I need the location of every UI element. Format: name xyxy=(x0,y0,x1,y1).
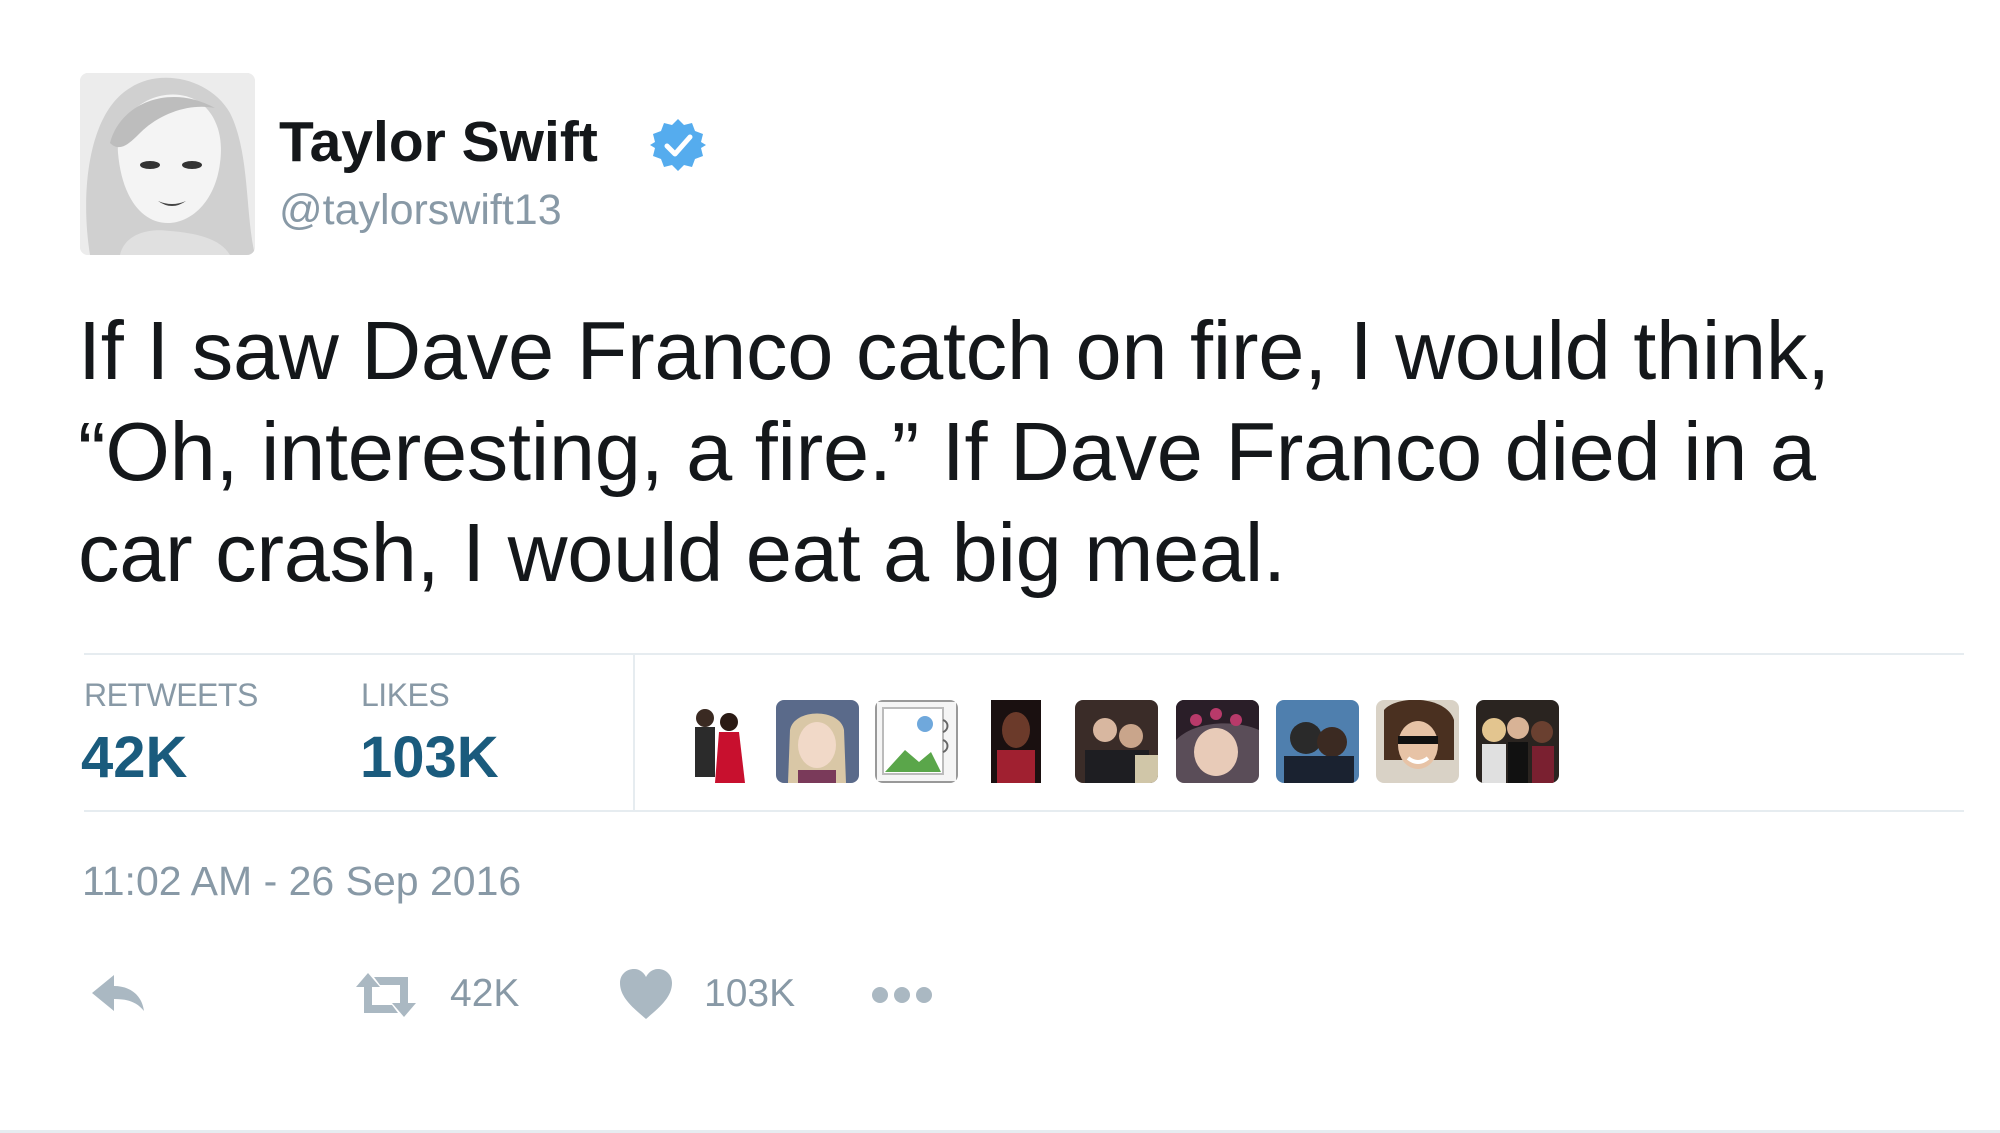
liker-avatar[interactable] xyxy=(1376,700,1459,783)
liker-avatar[interactable] xyxy=(1476,700,1559,783)
stats-bottom-divider xyxy=(84,810,1964,812)
tweet-text: If I saw Dave Franco catch on fire, I wo… xyxy=(78,300,1978,603)
avatar-image xyxy=(80,73,255,255)
tweet-line: “Oh, interesting, a fire.” If Dave Franc… xyxy=(78,405,1816,498)
more-icon[interactable] xyxy=(870,965,934,1025)
liker-avatar[interactable] xyxy=(776,700,859,783)
liker-avatar[interactable] xyxy=(975,700,1058,783)
likes-label: LIKES xyxy=(361,677,450,713)
tweet-line: If I saw Dave Franco catch on fire, I wo… xyxy=(78,304,1830,397)
retweet-count[interactable]: 42K xyxy=(450,972,519,1016)
tweet-line: car crash, I would eat a big meal. xyxy=(78,506,1286,599)
author-name[interactable]: Taylor Swift xyxy=(279,108,598,176)
author-handle[interactable]: @taylorswift13 xyxy=(279,183,562,237)
liker-avatar[interactable] xyxy=(675,700,758,783)
liker-avatar[interactable] xyxy=(1075,700,1158,783)
heart-icon[interactable] xyxy=(618,965,674,1025)
retweet-icon[interactable] xyxy=(352,965,420,1025)
verified-badge-icon xyxy=(650,119,706,171)
liker-avatar[interactable] xyxy=(1176,700,1259,783)
retweets-label: RETWEETS xyxy=(84,677,258,713)
likes-count[interactable]: 103K xyxy=(360,724,499,791)
stats-top-divider xyxy=(84,653,1964,655)
retweets-count[interactable]: 42K xyxy=(81,724,187,791)
stats-vertical-divider xyxy=(633,655,635,810)
author-avatar[interactable] xyxy=(80,73,255,255)
like-count[interactable]: 103K xyxy=(704,972,795,1016)
reply-icon[interactable] xyxy=(88,965,148,1025)
tweet-timestamp[interactable]: 11:02 AM - 26 Sep 2016 xyxy=(82,858,521,905)
liker-avatar[interactable] xyxy=(1276,700,1359,783)
liker-avatar-broken-image[interactable] xyxy=(875,700,958,783)
